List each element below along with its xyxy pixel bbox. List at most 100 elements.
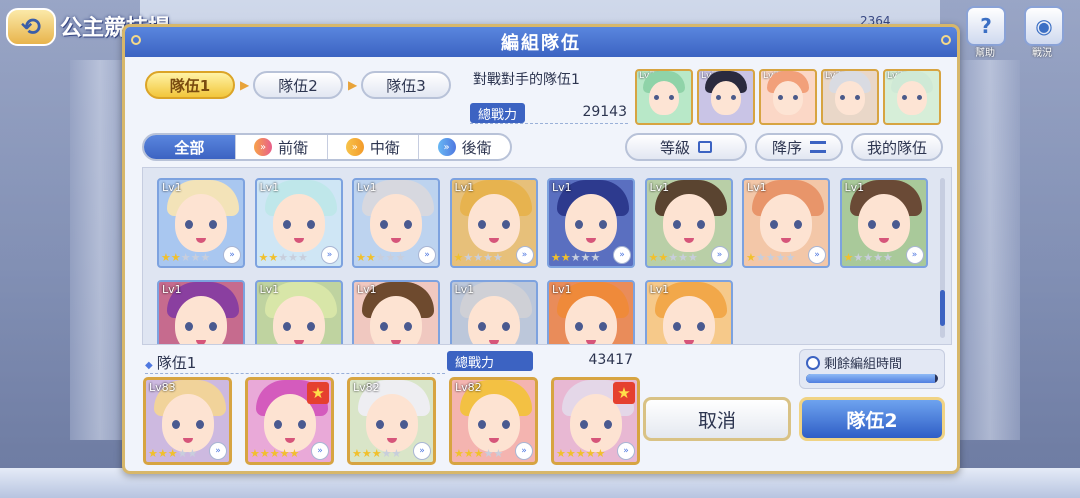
star-empty-icon: ★ (678, 251, 688, 264)
opponent-team-label: 對戰對手的隊伍1 (473, 72, 580, 88)
star-icon: ★ (148, 447, 158, 460)
star-rating: ★ ★ ★ ★ ★ (454, 447, 503, 460)
character-card[interactable]: Lv1★★★★★» (742, 178, 830, 268)
star-empty-icon: ★ (688, 251, 698, 264)
tab-team-1[interactable]: 隊伍1 (145, 71, 235, 99)
star-icon: ★ (361, 447, 372, 460)
sort-level-button[interactable]: 等級 (625, 133, 747, 161)
character-card[interactable]: Lv1★★★★★» (449, 280, 538, 344)
opponent-character-card: Lv70 (697, 69, 755, 125)
star-icon: ★ (473, 447, 484, 460)
star-icon: ★ (843, 251, 854, 264)
team-member-slot[interactable]: Lv82 ★ ★ ★ ★ ★» (347, 377, 436, 465)
scrollbar-thumb[interactable] (940, 290, 945, 326)
character-card[interactable]: Lv1★★★★★» (644, 280, 733, 344)
filter-label: 全部 (174, 138, 205, 157)
position-filter: 全部 » 前衛 » 中衛 » 後衛 (142, 133, 512, 161)
star-empty-icon: ★ (853, 251, 864, 264)
cancel-button[interactable]: 取消 (643, 397, 791, 441)
help-label: 幫助 (975, 48, 995, 59)
star-icon: ★ (463, 447, 474, 460)
dialog-title: 編組隊伍 (501, 33, 581, 54)
clock-icon (806, 355, 820, 370)
arrow-right-icon: ▶ (240, 78, 250, 92)
opponent-character-card: Lv70 (883, 69, 941, 125)
tab-team-2[interactable]: 隊伍2 (253, 71, 343, 99)
roster-scrollbar[interactable] (940, 178, 945, 338)
star-empty-icon: ★ (391, 447, 402, 460)
character-card[interactable]: Lv1★★★★★» (254, 280, 343, 344)
star-empty-icon: ★ (288, 251, 298, 264)
star-rating: ★ ★ ★ ★ ★ (161, 251, 210, 264)
level-label: Lv1 (844, 181, 865, 194)
filter-all[interactable]: 全部 (144, 135, 236, 159)
opponent-power-value: 29143 (582, 104, 627, 120)
level-label: Lv83 (149, 381, 176, 394)
star-empty-icon: ★ (785, 251, 796, 264)
star-icon: ★ (259, 447, 270, 460)
sort-order-button[interactable]: 降序 (755, 133, 843, 161)
tab-team-3[interactable]: 隊伍3 (361, 71, 451, 99)
help-button[interactable]: ? (966, 6, 1006, 46)
star-empty-icon: ★ (483, 447, 494, 460)
star-icon: ★ (167, 447, 178, 460)
star-rating: ★ ★ ★ ★ ★ (746, 251, 795, 264)
character-card[interactable]: Lv1★★★★★» (547, 178, 635, 268)
character-card[interactable]: Lv1★★★★★» (839, 178, 928, 268)
character-face (662, 296, 715, 344)
my-team-label: 我的隊伍 (866, 138, 927, 157)
star-rating: ★ ★ ★ ★ ★ (551, 251, 600, 264)
position-icon: » (710, 246, 729, 264)
team-member-slot[interactable]: ★ ★ ★ ★ ★ ★» (245, 377, 334, 465)
filter-back[interactable]: » 後衛 (419, 135, 510, 159)
timer-progress-fill (806, 374, 936, 383)
level-label: Lv1 (357, 283, 377, 296)
pillar-right (960, 60, 1020, 440)
rank-star-icon: ★ (613, 382, 635, 404)
divider (470, 123, 628, 124)
pillar-left (70, 60, 130, 440)
opponent-character-card: Lv70 (821, 69, 879, 125)
level-label: Lv1 (454, 283, 475, 296)
star-empty-icon: ★ (298, 251, 308, 264)
star-rating: ★ ★ ★ ★ ★ (148, 447, 197, 460)
star-empty-icon: ★ (863, 251, 874, 264)
star-empty-icon: ★ (570, 251, 581, 264)
level-label: Lv1 (357, 181, 377, 194)
filter-front[interactable]: » 前衛 (236, 135, 328, 159)
status-button[interactable]: ◉ (1024, 6, 1064, 46)
level-label: Lv1 (552, 283, 572, 296)
timer-label-text: 剩餘編組時間 (824, 357, 903, 372)
star-empty-icon: ★ (493, 447, 504, 460)
character-card[interactable]: Lv1★★★★★» (157, 280, 245, 344)
back-button[interactable]: ⟲ (6, 8, 56, 46)
team-member-slot[interactable]: Lv82 ★ ★ ★ ★ ★» (449, 377, 538, 465)
level-label: Lv1 (259, 283, 280, 296)
character-card[interactable]: Lv1★★★★★» (449, 178, 538, 268)
star-rating: ★ ★ ★ ★ ★ (352, 447, 401, 460)
character-card[interactable]: Lv1★★★★★» (352, 178, 440, 268)
star-empty-icon: ★ (493, 251, 503, 264)
next-team-button[interactable]: 隊伍2 (799, 397, 945, 441)
corner-ornament-left (131, 35, 141, 45)
star-empty-icon: ★ (375, 251, 386, 264)
character-card[interactable]: Lv1★★★★★» (547, 280, 635, 344)
star-empty-icon: ★ (177, 447, 188, 460)
position-icon: » (617, 442, 635, 460)
character-card[interactable]: Lv1★★★★★» (644, 178, 733, 268)
star-icon: ★ (250, 447, 260, 460)
star-icon: ★ (269, 447, 280, 460)
star-icon: ★ (268, 251, 279, 264)
character-card[interactable]: Lv1★★★★★» (157, 178, 245, 268)
character-card[interactable]: Lv1★★★★★» (254, 178, 343, 268)
position-icon: » (320, 246, 339, 264)
team-member-slot[interactable]: ★ ★ ★ ★ ★ ★» (551, 377, 640, 465)
star-empty-icon: ★ (755, 251, 766, 264)
star-empty-icon: ★ (883, 251, 893, 264)
character-card[interactable]: Lv1★★★★★» (352, 280, 440, 344)
team-member-slot[interactable]: Lv83 ★ ★ ★ ★ ★» (143, 377, 232, 465)
star-empty-icon: ★ (483, 251, 493, 264)
filter-middle[interactable]: » 中衛 (328, 135, 420, 159)
my-team-button[interactable]: 我的隊伍 (851, 133, 943, 161)
back-position-icon: » (437, 138, 456, 156)
